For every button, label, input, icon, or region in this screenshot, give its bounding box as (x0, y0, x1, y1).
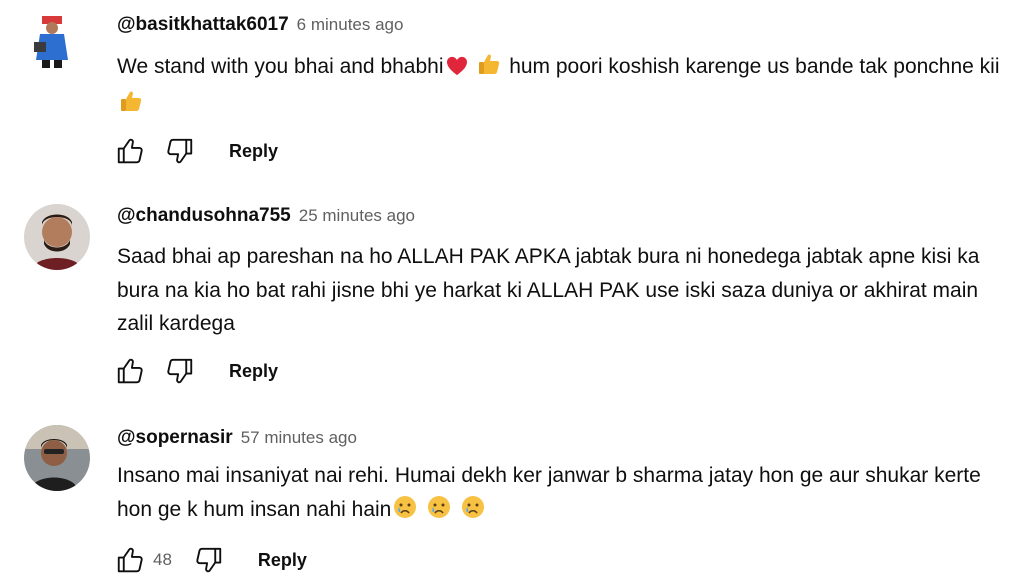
comment-timestamp[interactable]: 57 minutes ago (241, 428, 357, 448)
thumbs-down-outline-icon[interactable] (163, 354, 197, 388)
comment-timestamp[interactable]: 6 minutes ago (297, 15, 404, 35)
comment-text-part: We stand with you bhai and bhabhi (117, 55, 444, 78)
comment-timestamp[interactable]: 25 minutes ago (299, 206, 415, 226)
comment-actions: Reply (113, 354, 278, 388)
thumbs-up-emoji (119, 89, 143, 124)
crying-face-emoji (427, 495, 451, 530)
comment-text: We stand with you bhai and bhabhi hum po… (117, 50, 1007, 123)
comment-text-part: Insano mai insaniyat nai rehi. Humai dek… (117, 464, 981, 521)
crying-face-emoji (461, 495, 485, 530)
comment-text-part: hum poori koshish karenge us bande tak p… (503, 55, 1000, 78)
reply-button[interactable]: Reply (229, 361, 278, 382)
comment-author[interactable]: @sopernasir (117, 427, 233, 449)
thumbs-up-outline-icon[interactable] (113, 354, 147, 388)
like-count: 48 (153, 550, 172, 569)
thumbs-down-outline-icon[interactable] (192, 543, 226, 577)
avatar[interactable] (24, 204, 90, 270)
reply-button[interactable]: Reply (258, 550, 307, 571)
crying-face-emoji (393, 495, 417, 530)
comment-text-part: Saad bhai ap pareshan na ho ALLAH PAK AP… (117, 245, 980, 335)
comment-actions: 48 Reply (113, 543, 307, 577)
thumbs-up-emoji (477, 52, 501, 87)
comment-author[interactable]: @basitkhattak6017 (117, 14, 289, 36)
thumbs-down-outline-icon[interactable] (163, 134, 197, 168)
comment-text: Saad bhai ap pareshan na ho ALLAH PAK AP… (117, 240, 1007, 341)
avatar[interactable] (24, 425, 90, 491)
reply-button[interactable]: Reply (229, 141, 278, 162)
red-heart-emoji (446, 53, 468, 87)
comment-text: Insano mai insaniyat nai rehi. Humai dek… (117, 459, 1007, 529)
comment-author[interactable]: @chandusohna755 (117, 205, 291, 227)
comment-actions: Reply (113, 134, 278, 168)
thumbs-up-outline-icon[interactable] (113, 134, 147, 168)
avatar[interactable] (24, 14, 80, 70)
thumbs-up-outline-icon[interactable] (113, 543, 147, 577)
